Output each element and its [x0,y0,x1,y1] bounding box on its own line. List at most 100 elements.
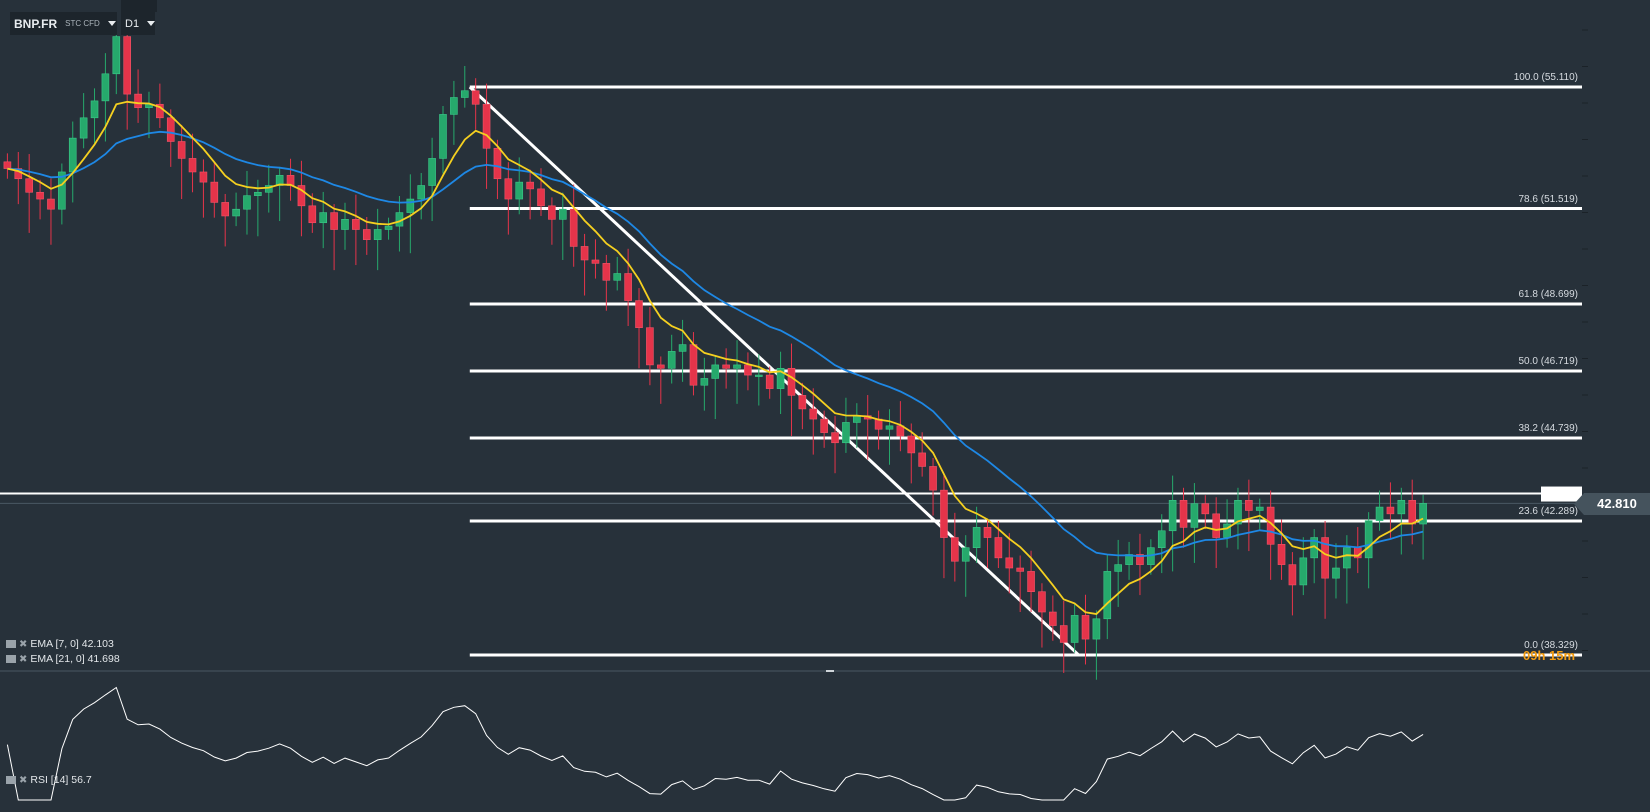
candle [188,133,197,193]
candle-body [460,90,469,98]
candle-body [1299,557,1308,586]
candle [210,161,219,218]
candle [134,69,142,123]
candle-body [68,137,77,173]
candle [787,343,796,436]
candle [112,28,121,95]
candle [58,163,66,225]
candle-body [755,374,763,377]
candle-body [123,36,131,95]
close-icon[interactable]: ✖ [19,654,27,665]
candle-body [929,466,937,491]
candle-body [580,246,589,261]
candle-body [3,161,12,169]
candle-body [635,300,643,328]
candle-body [450,97,458,115]
candle-body [678,344,687,352]
candle-body [809,408,818,420]
candle [286,158,295,201]
candle-body [1027,571,1035,593]
candle [776,351,785,414]
settings-icon[interactable] [6,776,16,784]
legend-rsi[interactable]: ✖ RSI [14] 56.7 [6,774,92,786]
candle [395,195,404,252]
candle [580,233,589,296]
rsi-label: RSI [14] 56.7 [30,774,92,786]
candle-body [1386,506,1395,515]
candle [199,159,208,218]
candle-body [373,229,382,240]
ema21-label: EMA [21, 0] 41.698 [30,653,120,665]
candle [1103,554,1112,640]
candle [504,162,513,235]
candle [3,153,12,179]
candle-body [330,212,338,230]
candle [842,397,850,453]
rsi-pane [6,686,1424,801]
close-icon[interactable]: ✖ [19,639,27,650]
legend-ema21[interactable]: ✖ EMA [21, 0] 41.698 [6,653,120,665]
candle [1310,529,1318,584]
candle-body [1157,530,1166,548]
candle [635,288,643,369]
candle [1190,483,1199,563]
candle-body [210,181,219,203]
candle-body [1070,615,1079,643]
candle-countdown: 09h 15m [1523,648,1576,663]
candle-body [1343,547,1351,569]
candle [1375,490,1384,531]
candle [25,154,33,233]
candle-body [558,208,567,220]
price-chart[interactable] [0,0,1650,812]
settings-icon[interactable] [6,640,16,648]
candle-body [166,117,175,142]
timeframe-selector[interactable]: D1 [121,12,156,35]
candle [1168,475,1177,572]
legend-ema7[interactable]: ✖ EMA [7, 0] 42.103 [6,638,114,650]
candle-body [1332,567,1340,579]
candle [330,204,338,271]
fibonacci-retracement [468,85,1582,657]
candle [1070,602,1079,653]
candle-body [1179,500,1188,528]
candle-body [1397,500,1406,515]
symbol-selector[interactable]: BNP.FR STC CFD [10,12,117,35]
candle-body [1190,503,1199,528]
candle-body [765,374,774,389]
candle [68,121,77,203]
candle-body [1059,625,1068,643]
close-icon[interactable]: ✖ [19,775,27,786]
candle [1223,499,1231,548]
candle [656,356,665,404]
fib-label: 78.6 (51.519) [1518,193,1579,205]
candle [798,382,807,430]
candle [373,208,382,271]
candle [613,256,622,291]
candle-body [722,364,730,369]
settings-icon[interactable] [6,655,16,663]
candle [961,535,970,597]
candle-body [439,114,447,159]
candle [853,403,861,448]
candle [36,179,44,220]
candle [755,354,763,406]
candle-body [831,432,839,444]
candle [646,307,654,386]
candle-body [907,435,916,454]
candle-body [319,212,328,224]
candle-body [569,208,578,247]
candle-body [548,205,556,220]
candle-body [537,188,545,207]
candle [275,166,284,222]
candle [1299,537,1308,596]
candle-body [341,219,349,230]
candle-body [711,364,720,379]
candle [1125,541,1133,580]
candle [1288,552,1297,616]
fib-label: 23.6 (42.289) [1518,505,1579,517]
candle-body [79,117,88,139]
candle-body [1375,506,1384,521]
candle-body [667,351,676,369]
fib-label: 38.2 (44.739) [1518,423,1579,435]
candle-body [951,537,959,562]
